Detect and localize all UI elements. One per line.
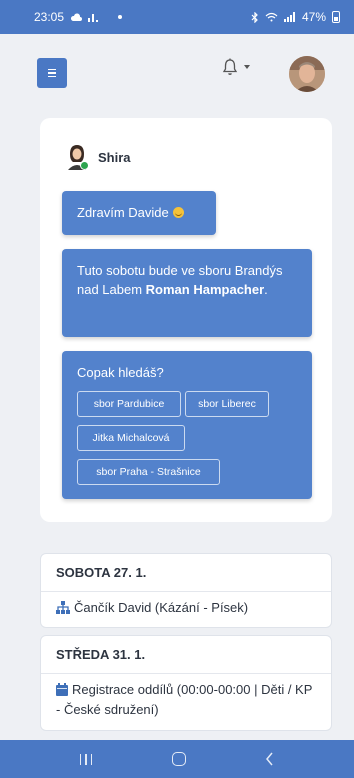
user-avatar[interactable] <box>289 56 325 92</box>
cell-signal-icon <box>283 12 295 22</box>
status-right: 47% <box>251 10 340 24</box>
bot-header: Shira <box>66 144 131 170</box>
smile-emoji-icon <box>172 207 184 218</box>
recent-apps-icon <box>79 753 82 765</box>
info-suffix: . <box>264 282 268 297</box>
hamburger-line <box>48 72 56 74</box>
home-button[interactable] <box>171 752 186 766</box>
bot-avatar <box>66 144 89 170</box>
hamburger-line <box>48 75 56 78</box>
system-nav-bar <box>0 740 354 778</box>
event-card[interactable]: STŘEDA 31. 1. Registrace oddílů (00:00-0… <box>40 635 332 731</box>
back-button[interactable] <box>265 752 274 766</box>
chat-bubble-greeting: Zdravím Davide <box>62 191 216 235</box>
suggestion-chip[interactable]: Jitka Michalcová <box>77 425 185 451</box>
event-detail: Čančík David (Kázání - Písek) <box>41 592 331 618</box>
top-nav <box>0 34 354 112</box>
notifications-dropdown[interactable] <box>222 58 250 76</box>
event-text: Čančík David (Kázání - Písek) <box>74 600 249 615</box>
menu-button[interactable] <box>37 58 67 88</box>
bot-name: Shira <box>98 149 131 165</box>
event-text: Registrace oddílů (00:00-00:00 | Děti / … <box>56 682 313 717</box>
event-detail: Registrace oddílů (00:00-00:00 | Děti / … <box>41 674 331 720</box>
suggestion-chip[interactable]: sbor Pardubice <box>77 391 181 417</box>
chat-card: Shira Zdravím Davide Tuto sobotu bude ve… <box>40 118 332 522</box>
battery-percent: 47% <box>301 10 326 24</box>
question-text: Copak hledáš? <box>77 365 164 380</box>
chevron-down-icon <box>244 65 250 69</box>
chat-bubble-question: Copak hledáš? sbor Pardubice sbor Libere… <box>62 351 312 499</box>
hamburger-icon <box>48 68 56 71</box>
notification-dot-icon <box>118 15 123 19</box>
battery-icon <box>332 11 340 23</box>
sitemap-icon <box>56 601 70 614</box>
status-bar: 23:05 47% <box>0 0 354 34</box>
status-time: 23:05 <box>34 10 65 24</box>
status-left: 23:05 <box>34 10 123 24</box>
bluetooth-icon <box>251 11 258 23</box>
recent-apps-icon-bar <box>90 753 93 765</box>
online-status-indicator <box>80 161 89 170</box>
suggestion-chip[interactable]: sbor Praha - Strašnice <box>77 459 220 485</box>
event-date: STŘEDA 31. 1. <box>41 636 331 674</box>
recent-apps-button[interactable] <box>79 753 93 765</box>
event-date: SOBOTA 27. 1. <box>41 554 331 592</box>
signal-bars-icon <box>88 14 99 22</box>
wifi-icon <box>265 12 278 22</box>
calendar-icon <box>56 683 68 696</box>
suggestion-chip[interactable]: sbor Liberec <box>185 391 269 417</box>
chat-bubble-info: Tuto sobotu bude ve sboru Brandýs nad La… <box>62 249 312 337</box>
recent-apps-icon-bar <box>85 753 87 765</box>
bell-icon <box>222 58 238 75</box>
user-photo <box>289 56 325 92</box>
preacher-name: Roman Hampacher <box>145 282 265 297</box>
greeting-text: Zdravím Davide <box>77 205 169 220</box>
cloud-icon <box>70 13 83 21</box>
event-card[interactable]: SOBOTA 27. 1. Čančík David (Kázání - Pís… <box>40 553 332 628</box>
